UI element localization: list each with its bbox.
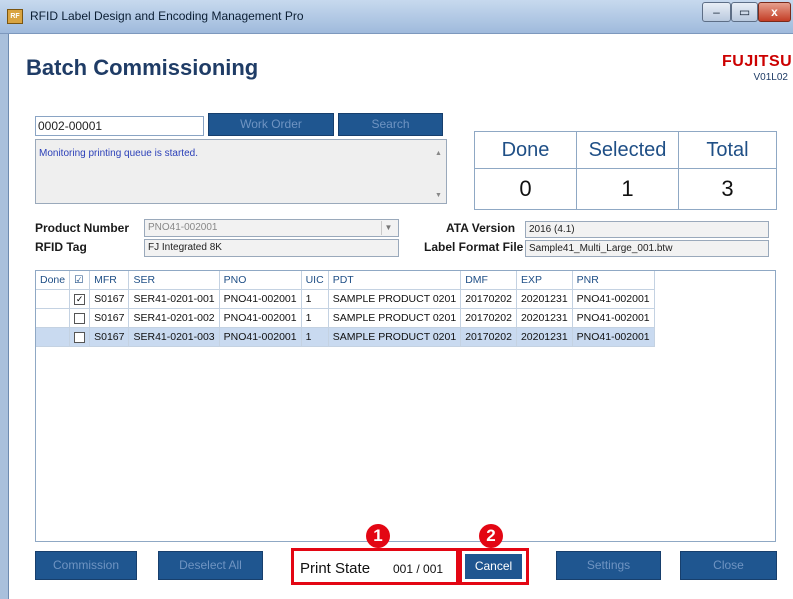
cell-ser: SER41-0201-003 (128, 327, 220, 347)
minimize-button[interactable]: – (702, 2, 731, 22)
cancel-button[interactable]: Cancel (465, 554, 522, 579)
col-header-exp[interactable]: EXP (516, 271, 573, 290)
work-order-input[interactable] (35, 116, 204, 136)
rfid-app-icon: RF (7, 9, 23, 24)
total-counter: Total 3 (678, 131, 777, 210)
settings-button[interactable]: Settings (556, 551, 661, 580)
cell-exp: 20201231 (516, 327, 573, 347)
annotation-marker-1: 1 (366, 524, 390, 548)
selected-counter-value: 1 (621, 176, 634, 201)
cell-pno: PNO41-002001 (219, 327, 302, 347)
total-counter-value: 3 (721, 176, 734, 201)
close-button[interactable]: Close (680, 551, 777, 580)
cell-uic: 1 (301, 308, 329, 328)
done-counter-label: Done (475, 132, 576, 169)
selected-counter: Selected 1 (576, 131, 679, 210)
cell-uic: 1 (301, 289, 329, 309)
cell-pno: PNO41-002001 (219, 289, 302, 309)
page-title: Batch Commissioning (26, 55, 259, 80)
deselect-all-button[interactable]: Deselect All (158, 551, 263, 580)
cell-pnr: PNO41-002001 (572, 308, 655, 328)
cell-dmf: 20170202 (460, 308, 517, 328)
cell-pdt: SAMPLE PRODUCT 0201 (328, 308, 462, 328)
cell-done (36, 308, 71, 328)
col-header-mfr[interactable]: MFR (89, 271, 130, 290)
row-checkbox[interactable]: ✓ (74, 293, 86, 305)
product-number-label: Product Number (35, 221, 130, 235)
cell-check[interactable]: ✓ (69, 289, 91, 309)
col-header-pno[interactable]: PNO (219, 271, 302, 290)
print-state-value: 001 / 001 (393, 562, 444, 576)
row-checkbox[interactable] (74, 331, 86, 343)
close-window-button[interactable]: x (758, 2, 791, 22)
maximize-button[interactable]: ▭ (731, 2, 758, 22)
cancel-highlight: Cancel (459, 548, 529, 585)
tag-table: Done ☑ MFR SER PNO UIC PDT DMF EXP PNR ✓… (36, 271, 655, 347)
rfid-tag-label: RFID Tag (35, 240, 87, 254)
table-row[interactable]: S0167 SER41-0201-002 PNO41-002001 1 SAMP… (36, 308, 655, 328)
fujitsu-logo: FUJITSU (722, 53, 793, 70)
scroll-up-icon[interactable]: ▲ (435, 150, 442, 157)
cell-mfr: S0167 (89, 327, 130, 347)
window-left-frame (0, 34, 9, 599)
ata-version-label: ATA Version (446, 221, 516, 235)
col-header-done[interactable]: Done (36, 271, 71, 290)
done-counter: Done 0 (474, 131, 577, 210)
cell-pdt: SAMPLE PRODUCT 0201 (328, 327, 462, 347)
window-title: RFID Label Design and Encoding Managemen… (30, 9, 304, 23)
print-state-panel: Print State 001 / 001 (291, 548, 459, 585)
annotation-marker-2: 2 (479, 524, 503, 548)
message-log[interactable]: Monitoring printing queue is started. ▲ … (35, 139, 447, 204)
label-format-file-label: Label Format File (424, 240, 524, 254)
col-header-pnr[interactable]: PNR (572, 271, 655, 290)
cell-exp: 20201231 (516, 289, 573, 309)
table-row[interactable]: ✓ S0167 SER41-0201-001 PNO41-002001 1 SA… (36, 289, 655, 309)
cell-pdt: SAMPLE PRODUCT 0201 (328, 289, 462, 309)
cell-mfr: S0167 (89, 308, 130, 328)
cell-done (36, 327, 71, 347)
work-order-button[interactable]: Work Order (208, 113, 334, 136)
col-header-check[interactable]: ☑ (69, 271, 91, 290)
message-text: Monitoring printing queue is started. (39, 148, 198, 159)
col-header-dmf[interactable]: DMF (460, 271, 517, 290)
label-format-file-field: Sample41_Multi_Large_001.btw (525, 240, 769, 257)
version-label: V01L02 (753, 72, 788, 83)
ata-version-field: 2016 (4.1) (525, 221, 769, 238)
total-counter-label: Total (679, 132, 776, 169)
search-button[interactable]: Search (338, 113, 443, 136)
chevron-down-icon[interactable]: ▼ (381, 221, 395, 235)
cell-mfr: S0167 (89, 289, 130, 309)
rfid-tag-field: FJ Integrated 8K (144, 239, 399, 257)
selected-counter-label: Selected (577, 132, 678, 169)
cell-pnr: PNO41-002001 (572, 289, 655, 309)
cell-ser: SER41-0201-002 (128, 308, 220, 328)
done-counter-value: 0 (519, 176, 532, 201)
product-number-select[interactable]: PNO41-002001 (144, 219, 399, 237)
cell-check[interactable] (69, 327, 91, 347)
table-header-row: Done ☑ MFR SER PNO UIC PDT DMF EXP PNR (36, 271, 655, 290)
print-state-label: Print State (300, 560, 371, 577)
scroll-down-icon[interactable]: ▼ (435, 192, 442, 199)
col-header-pdt[interactable]: PDT (328, 271, 462, 290)
counters-panel: Done 0 Selected 1 Total 3 (474, 131, 777, 210)
cell-pno: PNO41-002001 (219, 308, 302, 328)
col-header-uic[interactable]: UIC (301, 271, 329, 290)
cell-dmf: 20170202 (460, 289, 517, 309)
cell-check[interactable] (69, 308, 91, 328)
row-checkbox[interactable] (74, 312, 86, 324)
col-header-ser[interactable]: SER (128, 271, 220, 290)
table-row[interactable]: S0167 SER41-0201-003 PNO41-002001 1 SAMP… (36, 327, 655, 347)
cell-uic: 1 (301, 327, 329, 347)
tag-grid[interactable]: Done ☑ MFR SER PNO UIC PDT DMF EXP PNR ✓… (35, 270, 776, 542)
cell-ser: SER41-0201-001 (128, 289, 220, 309)
cell-done (36, 289, 71, 309)
commission-button[interactable]: Commission (35, 551, 137, 580)
cell-dmf: 20170202 (460, 327, 517, 347)
cell-pnr: PNO41-002001 (572, 327, 655, 347)
cell-exp: 20201231 (516, 308, 573, 328)
window-titlebar: RF RFID Label Design and Encoding Manage… (0, 0, 793, 34)
